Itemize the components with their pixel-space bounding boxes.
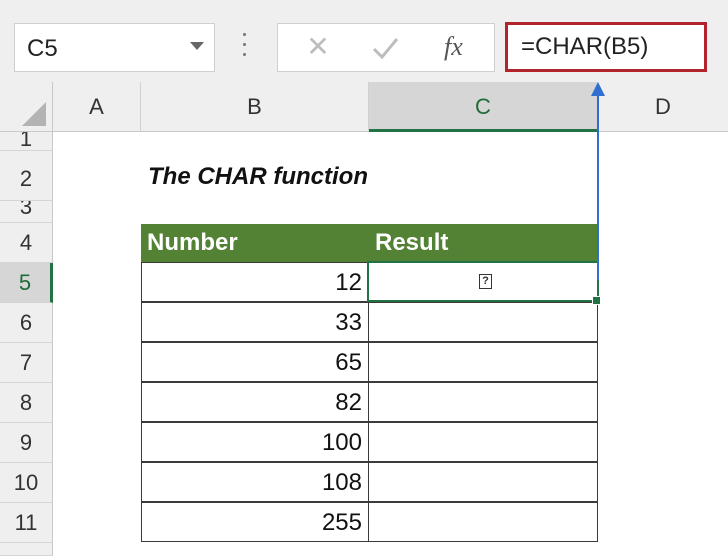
row-header-12[interactable] xyxy=(0,543,53,556)
row-header-1[interactable]: 1 xyxy=(0,132,53,151)
cell-b8[interactable]: 82 xyxy=(141,382,369,422)
cancel-icon[interactable]: ✕ xyxy=(303,32,333,62)
cell-b11[interactable]: 255 xyxy=(141,502,369,542)
fx-label: fx xyxy=(444,32,463,61)
row-header-7[interactable]: 7 xyxy=(0,343,53,383)
row-header-8[interactable]: 8 xyxy=(0,383,53,423)
column-header-a[interactable]: A xyxy=(53,82,141,132)
cell-b7[interactable]: 65 xyxy=(141,342,369,382)
row-header-6[interactable]: 6 xyxy=(0,303,53,343)
header-number[interactable]: Number xyxy=(141,224,369,262)
column-header-c[interactable]: C xyxy=(369,82,598,132)
cell-c10[interactable] xyxy=(368,462,598,502)
row-header-5[interactable]: 5 xyxy=(0,263,53,303)
name-box-value: C5 xyxy=(27,35,58,62)
cell-c9[interactable] xyxy=(368,422,598,462)
formula-text: =CHAR(B5) xyxy=(521,33,649,60)
insert-function-icon[interactable]: fx xyxy=(444,32,463,62)
unprintable-char-glyph: ? xyxy=(479,274,492,289)
cell-c11[interactable] xyxy=(368,502,598,542)
active-cell-c5[interactable]: ? xyxy=(367,261,599,302)
formula-buttons: ✕ fx xyxy=(277,23,495,72)
formula-input[interactable]: =CHAR(B5) xyxy=(505,22,707,72)
row-header-9[interactable]: 9 xyxy=(0,423,53,463)
sheet-title[interactable]: The CHAR function xyxy=(148,163,368,191)
chevron-down-icon[interactable] xyxy=(190,42,204,50)
row-header-4[interactable]: 4 xyxy=(0,223,53,263)
fill-handle[interactable] xyxy=(592,296,601,305)
row-header-11[interactable]: 11 xyxy=(0,503,53,543)
name-box[interactable]: C5 xyxy=(14,23,215,72)
cell-b9[interactable]: 100 xyxy=(141,422,369,462)
header-result[interactable]: Result xyxy=(369,224,598,262)
cell-b5[interactable]: 12 xyxy=(141,262,369,302)
cell-c6[interactable] xyxy=(368,302,598,342)
row-header-2[interactable]: 2 xyxy=(0,151,53,201)
column-header-d[interactable]: D xyxy=(598,82,728,132)
column-header-b[interactable]: B xyxy=(141,82,369,132)
more-options-icon[interactable] xyxy=(243,33,247,59)
row-header-10[interactable]: 10 xyxy=(0,463,53,503)
cell-b10[interactable]: 108 xyxy=(141,462,369,502)
cell-c7[interactable] xyxy=(368,342,598,382)
cell-c8[interactable] xyxy=(368,382,598,422)
check-icon[interactable] xyxy=(370,33,400,63)
select-all-triangle-icon xyxy=(22,102,46,126)
formula-pointer-arrow xyxy=(591,82,605,280)
row-header-3[interactable]: 3 xyxy=(0,201,53,223)
cell-b6[interactable]: 33 xyxy=(141,302,369,342)
